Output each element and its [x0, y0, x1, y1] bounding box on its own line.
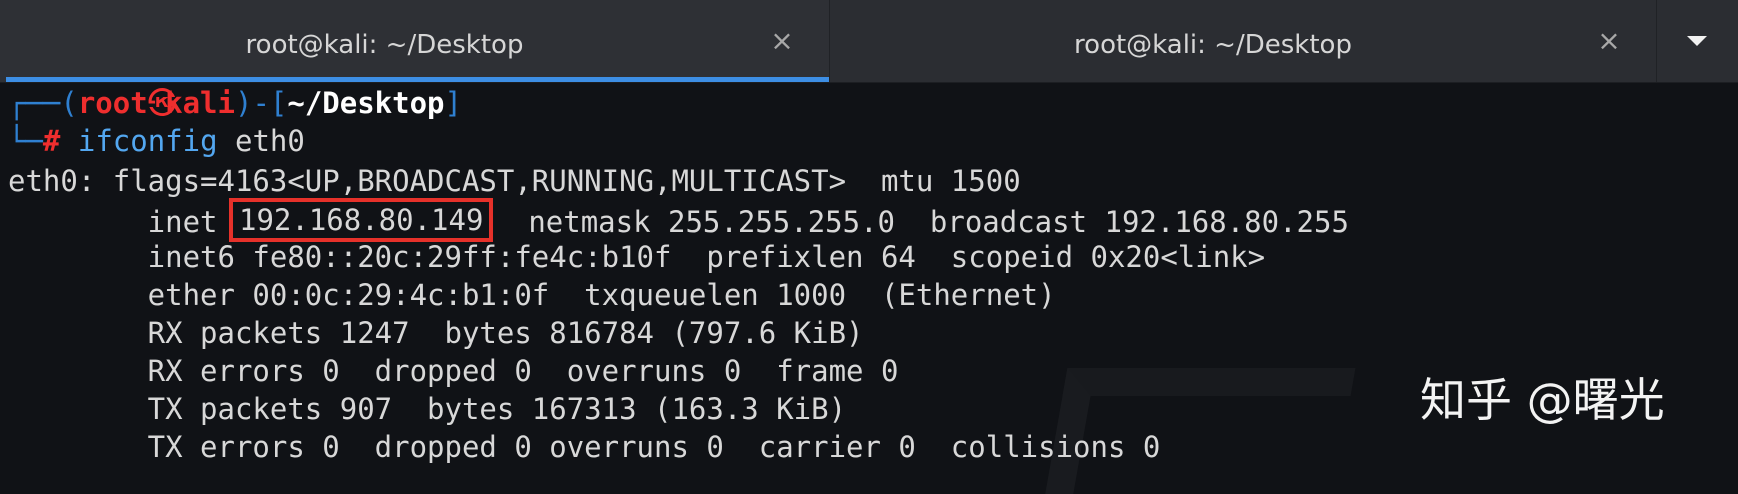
prompt-bracket-open: )-[	[234, 86, 288, 120]
kali-skull-icon: ㉿	[147, 86, 177, 120]
terminal-window: root@kali: ~/Desktop × root@kali: ~/Desk…	[0, 0, 1738, 494]
netmask-broadcast: netmask 255.255.255.0 broadcast 192.168.…	[493, 205, 1349, 239]
close-icon[interactable]: ×	[1592, 24, 1626, 58]
ifconfig-header: eth0: flags=4163<UP,BROADCAST,RUNNING,MU…	[8, 164, 1021, 198]
prompt-line-2: └─# ifconfig eth0	[8, 122, 305, 160]
tab-title: root@kali: ~/Desktop	[245, 30, 524, 60]
tab-terminal-2[interactable]: root@kali: ~/Desktop ×	[830, 0, 1657, 82]
close-icon[interactable]: ×	[765, 24, 799, 58]
rx-packets-line: RX packets 1247 bytes 816784 (797.6 KiB)	[8, 316, 864, 350]
prompt-line-1: ┌──(root㉿kali)-[~/Desktop]	[8, 84, 462, 122]
prompt-symbol: #	[42, 124, 61, 158]
prompt-path: ~/Desktop	[287, 86, 445, 120]
tab-title: root@kali: ~/Desktop	[1074, 30, 1352, 60]
prompt-user: root	[77, 86, 148, 120]
chevron-down-icon	[1687, 36, 1707, 46]
inet-label: inet	[8, 205, 235, 239]
inet6-line: inet6 fe80::20c:29ff:fe4c:b10f prefixlen…	[8, 240, 1266, 274]
tab-menu-button[interactable]	[1657, 0, 1738, 82]
tab-bar: root@kali: ~/Desktop × root@kali: ~/Desk…	[0, 0, 1738, 83]
ether-line: ether 00:0c:29:4c:b1:0f txqueuelen 1000 …	[8, 278, 1056, 312]
tx-packets-line: TX packets 907 bytes 167313 (163.3 KiB)	[8, 392, 847, 426]
rx-errors-line: RX errors 0 dropped 0 overruns 0 frame 0	[8, 354, 899, 388]
highlighted-ip-address: 192.168.80.149	[228, 198, 494, 242]
prompt-frame-bottom: └─	[8, 124, 43, 158]
active-tab-indicator	[6, 77, 829, 82]
tab-terminal-1[interactable]: root@kali: ~/Desktop ×	[0, 0, 830, 82]
terminal-output[interactable]: ┌──(root㉿kali)-[~/Desktop] └─# ifconfig …	[0, 83, 1738, 494]
command-name: ifconfig	[77, 124, 218, 158]
command-argument: eth0	[217, 124, 305, 158]
prompt-bracket-close: ]	[444, 86, 462, 120]
zhihu-watermark: 知乎 @曙光	[1420, 373, 1665, 427]
prompt-host: kali	[165, 86, 235, 120]
inet-line: inet 192.168.80.149 netmask 255.255.255.…	[8, 198, 1349, 242]
tx-errors-line: TX errors 0 dropped 0 overruns 0 carrier…	[8, 430, 1161, 464]
prompt-frame-top: ┌──(	[8, 86, 78, 120]
